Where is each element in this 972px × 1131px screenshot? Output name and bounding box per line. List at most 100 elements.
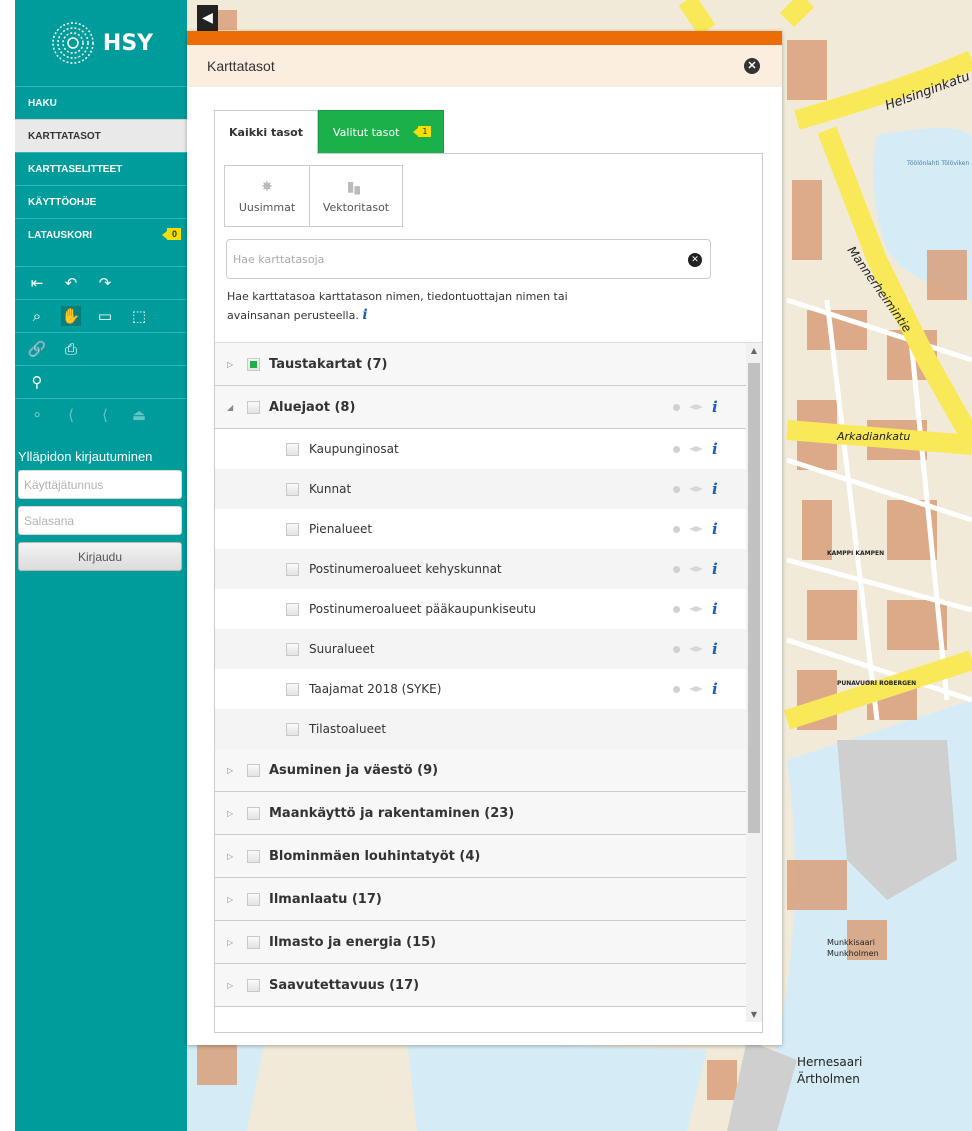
opacity-dot-icon[interactable]: [673, 565, 680, 573]
layer-search-input[interactable]: [227, 240, 710, 278]
hsy-logo[interactable]: HSY: [15, 0, 187, 86]
layer-checkbox[interactable]: [286, 602, 299, 616]
layer-row[interactable]: Suuralueet i: [215, 629, 746, 669]
layer-row[interactable]: Postinumeroalueet pääkaupunkiseutu i: [215, 589, 746, 629]
layer-checkbox[interactable]: [286, 682, 299, 696]
tab-all-layers[interactable]: Kaikki tasot: [214, 110, 318, 154]
layer-row[interactable]: Tilastoalueet: [215, 709, 746, 749]
expand-triangle-icon[interactable]: ▷: [227, 981, 247, 990]
visibility-icon[interactable]: [689, 566, 703, 572]
layer-group-ilmanlaatu[interactable]: ▷ Ilmanlaatu (17): [215, 878, 746, 921]
opacity-dot-icon[interactable]: [673, 645, 680, 653]
collapse-triangle-icon[interactable]: ◢: [227, 403, 247, 412]
layer-checkbox[interactable]: [286, 722, 299, 736]
link-icon[interactable]: 🔗: [27, 339, 47, 359]
add-point-icon[interactable]: ⚬: [27, 405, 47, 425]
layer-row[interactable]: Kunnat i: [215, 469, 746, 509]
opacity-dot-icon[interactable]: [673, 485, 680, 493]
redo-icon[interactable]: ↷: [95, 273, 115, 293]
measure-area-icon[interactable]: ⬚: [129, 306, 149, 326]
login-button[interactable]: Kirjaudu: [18, 542, 182, 571]
menu-item-karttatasot[interactable]: KARTTATASOT: [15, 119, 187, 152]
password-input[interactable]: [18, 506, 182, 535]
expand-triangle-icon[interactable]: ▷: [227, 852, 247, 861]
layer-row[interactable]: Postinumeroalueet kehyskunnat i: [215, 549, 746, 589]
undo-icon[interactable]: ↶: [61, 273, 81, 293]
layer-row[interactable]: Kaupunginosat i: [215, 429, 746, 469]
layer-group-blominmaki[interactable]: ▷ Blominmäen louhintatyöt (4): [215, 835, 746, 878]
opacity-dot-icon[interactable]: [673, 403, 680, 411]
layer-row[interactable]: Taajamat 2018 (SYKE) i: [215, 669, 746, 709]
visibility-icon[interactable]: [689, 404, 703, 410]
layer-group-saavutettavuus[interactable]: ▷ Saavutettavuus (17): [215, 964, 746, 1007]
group-checkbox[interactable]: [247, 400, 260, 414]
group-checkbox[interactable]: [247, 935, 260, 949]
tab-selected-layers[interactable]: Valitut tasot 1: [318, 110, 445, 154]
layer-checkbox[interactable]: [286, 482, 299, 496]
visibility-icon[interactable]: [689, 486, 703, 492]
visibility-icon[interactable]: [689, 646, 703, 652]
info-icon[interactable]: i: [712, 600, 720, 618]
info-icon[interactable]: i: [712, 560, 720, 578]
layer-group-maankaytto[interactable]: ▷ Maankäyttö ja rakentaminen (23): [215, 792, 746, 835]
group-checkbox[interactable]: [247, 892, 260, 906]
layer-checkbox[interactable]: [286, 642, 299, 656]
measure-line-icon[interactable]: ▭: [95, 306, 115, 326]
group-checkbox[interactable]: [247, 978, 260, 992]
zoom-box-icon[interactable]: ⌕: [27, 306, 47, 326]
add-line-icon[interactable]: ⟨: [61, 405, 81, 425]
print-icon[interactable]: ⎙: [61, 339, 81, 359]
group-checkbox[interactable]: [247, 806, 260, 820]
menu-item-haku[interactable]: HAKU: [15, 86, 187, 119]
filter-newest-button[interactable]: ✸ Uusimmat: [225, 166, 309, 226]
feature-info-pin-icon[interactable]: ⚲: [27, 372, 47, 392]
close-icon[interactable]: ✕: [744, 58, 760, 74]
menu-item-karttaselitteet[interactable]: KARTTASELITTEET: [15, 152, 187, 185]
layer-group-aluejaot[interactable]: ◢ Aluejaot (8) i: [215, 386, 746, 429]
menu-item-latauskori[interactable]: LATAUSKORI 0: [15, 218, 187, 251]
layer-row[interactable]: Pienalueet i: [215, 509, 746, 549]
opacity-dot-icon[interactable]: [673, 685, 680, 693]
clear-search-icon[interactable]: ✕: [688, 253, 702, 267]
info-icon[interactable]: i: [712, 520, 720, 538]
visibility-icon[interactable]: [689, 606, 703, 612]
expand-triangle-icon[interactable]: ▷: [227, 360, 247, 369]
group-checkbox[interactable]: [247, 849, 260, 863]
collapse-panel-button[interactable]: ◀: [197, 5, 218, 31]
filter-vector-button[interactable]: ▮▖ Vektoritasot: [309, 166, 402, 226]
group-checkbox[interactable]: [247, 357, 260, 371]
add-area-icon[interactable]: ⟨: [95, 405, 115, 425]
scroll-up-icon[interactable]: ▲: [746, 343, 762, 359]
visibility-icon[interactable]: [689, 446, 703, 452]
layer-checkbox[interactable]: [286, 442, 299, 456]
layer-group-asuminen[interactable]: ▷ Asuminen ja väestö (9): [215, 749, 746, 792]
visibility-icon[interactable]: [689, 526, 703, 532]
expand-triangle-icon[interactable]: ▷: [227, 766, 247, 775]
pan-hand-icon[interactable]: ✋: [61, 306, 81, 326]
group-checkbox[interactable]: [247, 763, 260, 777]
layer-list-scrollbar[interactable]: ▲ ▼: [746, 343, 762, 1022]
expand-triangle-icon[interactable]: ▷: [227, 938, 247, 947]
info-icon[interactable]: i: [712, 398, 720, 416]
expand-triangle-icon[interactable]: ▷: [227, 809, 247, 818]
import-icon[interactable]: ⏏: [129, 405, 149, 425]
menu-item-kayttoohje[interactable]: KÄYTTÖOHJE: [15, 185, 187, 218]
scroll-thumb[interactable]: [748, 363, 760, 833]
info-icon[interactable]: i: [712, 480, 720, 498]
layer-group-taustakartat[interactable]: ▷ Taustakartat (7): [215, 343, 746, 386]
username-input[interactable]: [18, 470, 182, 499]
expand-triangle-icon[interactable]: ▷: [227, 895, 247, 904]
info-icon[interactable]: i: [712, 680, 720, 698]
info-icon[interactable]: i: [362, 307, 367, 323]
scroll-down-icon[interactable]: ▼: [746, 1007, 762, 1022]
opacity-dot-icon[interactable]: [673, 525, 680, 533]
layer-checkbox[interactable]: [286, 522, 299, 536]
layer-checkbox[interactable]: [286, 562, 299, 576]
opacity-dot-icon[interactable]: [673, 445, 680, 453]
layer-group-ilmasto[interactable]: ▷ Ilmasto ja energia (15): [215, 921, 746, 964]
visibility-icon[interactable]: [689, 686, 703, 692]
reset-view-icon[interactable]: ⇤: [27, 273, 47, 293]
opacity-dot-icon[interactable]: [673, 605, 680, 613]
info-icon[interactable]: i: [712, 640, 720, 658]
info-icon[interactable]: i: [712, 440, 720, 458]
